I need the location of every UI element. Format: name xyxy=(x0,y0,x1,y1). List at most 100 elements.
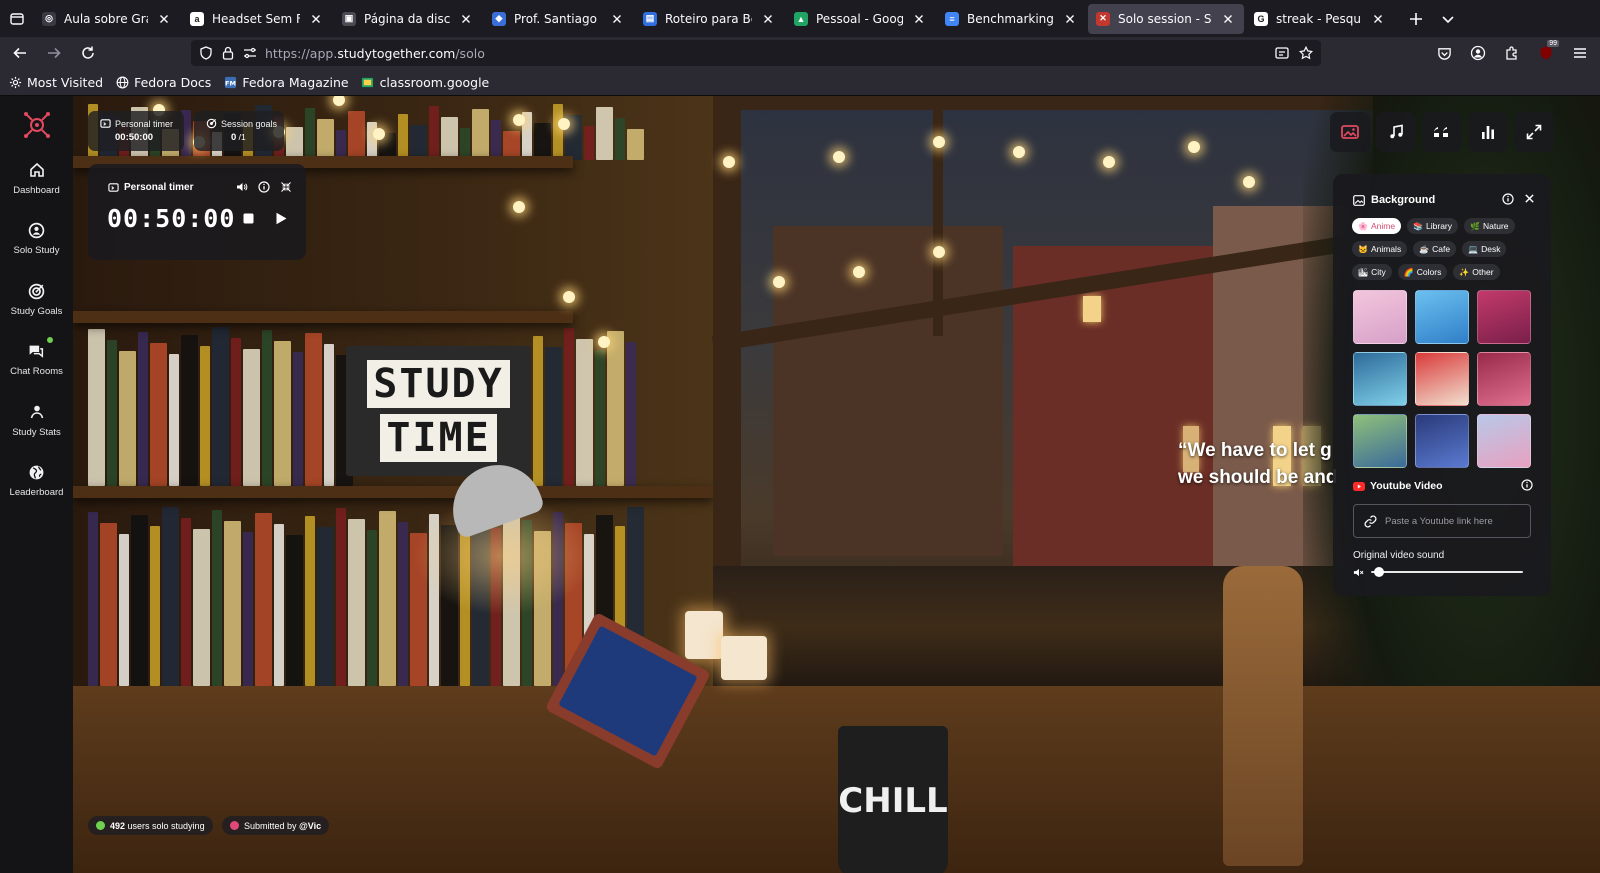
shield-icon[interactable] xyxy=(195,40,217,66)
url-bar[interactable]: https://app.studytogether.com/solo xyxy=(191,40,1321,66)
candle xyxy=(721,636,767,680)
sidebar-item-study-stats[interactable]: Study Stats xyxy=(0,402,73,438)
sound-slider[interactable] xyxy=(1371,567,1523,577)
chill-mug: CHILL xyxy=(838,726,948,873)
info-icon[interactable] xyxy=(1502,193,1514,205)
book-spine xyxy=(627,129,644,160)
category-chip-desk[interactable]: 💻 Desk xyxy=(1462,241,1507,257)
tab-close-icon[interactable] xyxy=(156,11,172,27)
back-button[interactable] xyxy=(4,39,36,67)
info-icon[interactable] xyxy=(1521,479,1533,491)
youtube-link-input[interactable] xyxy=(1385,515,1525,527)
youtube-link-field[interactable] xyxy=(1353,504,1531,538)
bookmark-star-icon[interactable] xyxy=(1295,40,1317,66)
category-chip-animals[interactable]: 🐱 Animals xyxy=(1352,241,1408,257)
app-logo[interactable] xyxy=(22,110,52,140)
pocket-button[interactable] xyxy=(1428,39,1460,67)
session-goals-chip[interactable]: Session goals 0 /1 xyxy=(194,111,284,151)
url-text[interactable]: https://app.studytogether.com/solo xyxy=(265,46,485,61)
tab-overview-button[interactable] xyxy=(0,0,34,37)
tab-4[interactable]: ◆ Prof. Santiago V. Ra xyxy=(484,4,633,34)
tab-close-icon[interactable] xyxy=(1220,11,1236,27)
category-chip-colors[interactable]: 🌈 Colors xyxy=(1397,264,1448,280)
slider-thumb[interactable] xyxy=(1373,567,1384,577)
play-button[interactable] xyxy=(272,209,290,227)
tab-3[interactable]: ▣ Página da disciplina xyxy=(334,4,482,34)
lock-icon[interactable] xyxy=(217,40,239,66)
background-thumbnail[interactable] xyxy=(1353,290,1407,344)
stats-button[interactable] xyxy=(1468,112,1508,152)
bookmark-fedora-docs[interactable]: Fedora Docs xyxy=(115,75,211,90)
book-spine xyxy=(348,111,365,160)
tab-close-icon[interactable] xyxy=(458,11,474,27)
sidebar-item-solo-study[interactable]: Solo Study xyxy=(0,220,73,256)
account-button[interactable] xyxy=(1462,39,1494,67)
book-spine xyxy=(596,107,613,160)
sidebar-item-chat-rooms[interactable]: Chat Rooms xyxy=(0,337,73,377)
background-thumbnail[interactable] xyxy=(1353,414,1407,468)
collapse-icon[interactable] xyxy=(279,180,292,193)
tab-2[interactable]: a Headset Sem Fio Lo xyxy=(182,4,332,34)
close-icon[interactable] xyxy=(1524,193,1535,205)
new-tab-button[interactable] xyxy=(1400,4,1432,34)
tab-close-icon[interactable] xyxy=(1370,11,1386,27)
sign-top-text: STUDY xyxy=(367,360,510,408)
reader-view-icon[interactable] xyxy=(1271,40,1293,66)
category-chip-nature[interactable]: 🌿 Nature xyxy=(1464,218,1515,234)
nav-bar: https://app.studytogether.com/solo 99 xyxy=(0,37,1600,69)
personal-timer-chip[interactable]: Personal timer 00:50:00 xyxy=(88,111,184,151)
stop-button[interactable] xyxy=(239,209,257,227)
background-thumbnail[interactable] xyxy=(1477,414,1531,468)
sidebar-item-study-goals[interactable]: Study Goals xyxy=(0,281,73,317)
background-thumbnail[interactable] xyxy=(1477,290,1531,344)
background-thumbnail[interactable] xyxy=(1477,352,1531,406)
book-spine xyxy=(398,522,408,686)
quotes-button[interactable] xyxy=(1422,112,1462,152)
tab-6[interactable]: ▲ Pessoal - Google Dri xyxy=(786,4,935,34)
bookmark-most-visited[interactable]: Most Visited xyxy=(8,75,103,90)
tab-8[interactable]: ✕ Solo session - Study xyxy=(1088,3,1244,34)
background-button[interactable] xyxy=(1330,112,1370,152)
notification-badge: 99 xyxy=(1547,40,1559,47)
bookmark-fedora-magazine[interactable]: FM Fedora Magazine xyxy=(223,75,349,90)
list-tabs-button[interactable] xyxy=(1432,4,1464,34)
bookmark-classroom[interactable]: classroom.google xyxy=(361,75,489,90)
tab-title: Solo session - Study xyxy=(1118,11,1212,26)
sidebar-item-dashboard[interactable]: Dashboard xyxy=(0,160,73,196)
reload-button[interactable] xyxy=(72,39,104,67)
background-thumbnail[interactable] xyxy=(1415,290,1469,344)
extensions-button[interactable] xyxy=(1496,39,1528,67)
background-thumbnail[interactable] xyxy=(1415,414,1469,468)
target-icon xyxy=(27,281,47,301)
music-button[interactable] xyxy=(1376,112,1416,152)
category-chip-anime[interactable]: 🌸 Anime xyxy=(1352,218,1402,234)
app-menu-button[interactable] xyxy=(1564,39,1596,67)
tab-9[interactable]: Gstreak - Pesquisa Go xyxy=(1246,4,1394,34)
tab-1[interactable]: ◎ Aula sobre Grafos xyxy=(34,4,180,34)
info-icon[interactable] xyxy=(257,180,270,193)
fullscreen-button[interactable] xyxy=(1514,112,1554,152)
volume-muted-icon[interactable] xyxy=(1353,567,1364,578)
category-chip-library[interactable]: 📚 Library xyxy=(1407,218,1459,234)
book-spine xyxy=(150,343,167,486)
submitted-user[interactable]: @Vic xyxy=(299,821,321,831)
background-thumbnail[interactable] xyxy=(1353,352,1407,406)
tab-close-icon[interactable] xyxy=(911,11,927,27)
sidebar-item-leaderboard[interactable]: Leaderboard xyxy=(0,462,73,498)
volume-icon[interactable] xyxy=(235,180,248,193)
tab-5[interactable]: ▤ Roteiro para Benchm xyxy=(635,4,784,34)
background-thumbnail[interactable] xyxy=(1415,352,1469,406)
category-chip-cafe[interactable]: ☕ Cafe xyxy=(1413,241,1457,257)
tab-close-icon[interactable] xyxy=(1062,11,1078,27)
tab-close-icon[interactable] xyxy=(308,11,324,27)
category-chip-city[interactable]: 🏙 City xyxy=(1352,264,1392,280)
ublock-button[interactable]: 99 xyxy=(1530,39,1562,67)
personal-timer-widget: Personal timer 00:50:00 xyxy=(88,164,306,260)
forward-button[interactable] xyxy=(38,39,70,67)
category-chip-other[interactable]: ✨ Other xyxy=(1453,264,1500,280)
site-permissions-icon[interactable] xyxy=(239,40,261,66)
tab-close-icon[interactable] xyxy=(609,11,625,27)
submitted-by-pill[interactable]: Submitted by @Vic xyxy=(222,816,330,835)
tab-7[interactable]: ≡ Benchmarking - Doc xyxy=(937,4,1086,34)
tab-close-icon[interactable] xyxy=(760,11,776,27)
